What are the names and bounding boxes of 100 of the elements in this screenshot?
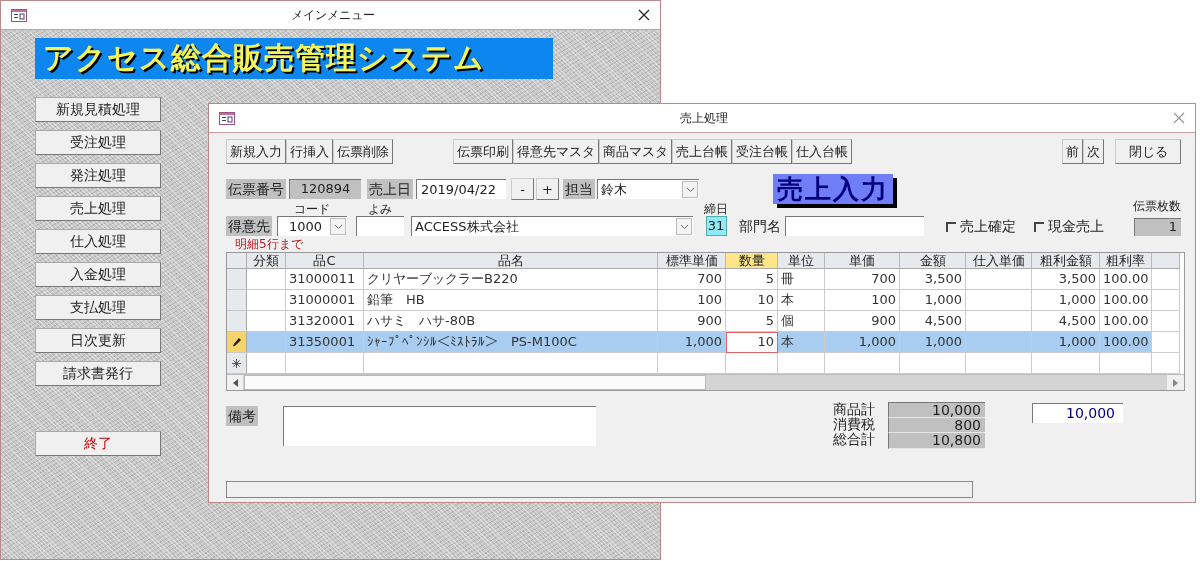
- table-cell: 900: [658, 311, 726, 332]
- table-cell: 冊: [778, 269, 825, 290]
- toolbar-button[interactable]: 得意先マスタ: [513, 139, 599, 164]
- table-cell: 3,500: [1032, 269, 1100, 290]
- table-cell: 本: [778, 290, 825, 311]
- menu-button[interactable]: 請求書発行: [35, 361, 161, 386]
- toolbar-button[interactable]: 商品マスタ: [599, 139, 672, 164]
- column-header[interactable]: 仕入単価: [966, 253, 1032, 269]
- menu-button[interactable]: 売上処理: [35, 196, 161, 221]
- customer-name-dropdown[interactable]: ACCESS株式会社: [411, 216, 693, 236]
- table-cell: 100: [825, 290, 900, 311]
- table-cell: 本: [778, 332, 825, 353]
- slip-count-value: 1: [1134, 218, 1181, 236]
- field-label: 担当: [563, 179, 595, 199]
- column-header[interactable]: 金額: [900, 253, 966, 269]
- table-cell: クリヤーブックラーB220: [364, 269, 658, 290]
- column-header[interactable]: 単位: [778, 253, 825, 269]
- department-field[interactable]: [785, 216, 924, 236]
- column-header[interactable]: 数量: [726, 253, 778, 269]
- total-label: 商品計: [833, 402, 875, 417]
- toolbar-button[interactable]: 行挿入: [286, 139, 333, 164]
- menu-button[interactable]: 日次更新: [35, 328, 161, 353]
- menu-button[interactable]: 支払処理: [35, 295, 161, 320]
- toolbar-button[interactable]: 受注台帳: [732, 139, 792, 164]
- table-cell: ハサミ ハサ-80B: [364, 311, 658, 332]
- column-header[interactable]: 品C: [286, 253, 364, 269]
- table-cell: [1152, 311, 1180, 332]
- slip-number-value: 120894: [289, 179, 361, 199]
- nav-button[interactable]: 次: [1083, 139, 1104, 164]
- menu-button[interactable]: 入金処理: [35, 262, 161, 287]
- table-cell: [247, 311, 286, 332]
- chevron-down-icon: [333, 223, 343, 230]
- row-selector[interactable]: [227, 332, 247, 353]
- date-step-button[interactable]: +: [536, 178, 559, 200]
- nav-button[interactable]: 前: [1062, 139, 1083, 164]
- table-cell: [247, 269, 286, 290]
- toolbar-button[interactable]: 仕入台帳: [792, 139, 852, 164]
- table-cell: [1152, 290, 1180, 311]
- staff-dropdown[interactable]: 鈴木: [597, 179, 699, 199]
- column-header[interactable]: 単価: [825, 253, 900, 269]
- table-cell: 4,500: [1032, 311, 1100, 332]
- column-header[interactable]: 粗利金額: [1032, 253, 1100, 269]
- table-cell: ｼｬｰﾌﾟﾍﾟﾝｼﾙ＜ﾐｽﾄﾗﾙ＞ PS-M100C: [364, 332, 658, 353]
- column-header[interactable]: 分類: [247, 253, 286, 269]
- table-cell: [966, 269, 1032, 290]
- customer-code-dropdown[interactable]: 1000: [277, 216, 347, 236]
- window-title: 売上処理: [679, 109, 729, 127]
- table-cell: 1,000: [1032, 332, 1100, 353]
- table-cell: 31000001: [286, 290, 364, 311]
- header-filler: [1152, 253, 1180, 269]
- field-label: 部門名: [739, 218, 781, 236]
- column-header[interactable]: 標準単価: [658, 253, 726, 269]
- column-header[interactable]: 品名: [364, 253, 658, 269]
- menu-button[interactable]: 受注処理: [35, 130, 161, 155]
- table-cell: 31000011: [286, 269, 364, 290]
- close-icon[interactable]: [638, 9, 650, 21]
- menu-button[interactable]: 発注処理: [35, 163, 161, 188]
- table-cell: [247, 332, 286, 353]
- chevron-down-icon: [685, 186, 695, 193]
- toolbar-button[interactable]: 新規入力: [226, 139, 286, 164]
- field-caption: コード: [294, 203, 330, 216]
- row-selector[interactable]: [227, 353, 247, 374]
- checkbox[interactable]: 売上確定: [946, 218, 1016, 236]
- scroll-left-icon[interactable]: [227, 375, 244, 390]
- toolbar-button[interactable]: 伝票削除: [333, 139, 393, 164]
- table-cell: 個: [778, 311, 825, 332]
- grid-corner: [227, 253, 247, 269]
- checkbox[interactable]: 現金売上: [1034, 218, 1104, 236]
- table-cell: 1,000: [658, 332, 726, 353]
- exit-button[interactable]: 終了: [35, 431, 161, 456]
- table-cell: 100.00: [1100, 290, 1152, 311]
- total-label: 消費税: [833, 417, 875, 432]
- date-step-button[interactable]: -: [511, 178, 534, 200]
- scroll-thumb[interactable]: [244, 375, 706, 390]
- table-cell: [1152, 332, 1180, 353]
- remarks-field[interactable]: [283, 406, 596, 446]
- total-value: 10,800: [888, 433, 985, 449]
- table-cell: 1,000: [900, 332, 966, 353]
- table-cell: 900: [825, 311, 900, 332]
- reading-field[interactable]: [356, 216, 404, 236]
- date-field[interactable]: 2019/04/22: [416, 179, 506, 199]
- table-cell: 5: [726, 269, 778, 290]
- table-cell: 鉛筆 HB: [364, 290, 658, 311]
- table-cell: 100: [658, 290, 726, 311]
- table-cell: 700: [825, 269, 900, 290]
- closing-day-value: 31: [705, 216, 727, 236]
- scroll-right-icon[interactable]: [1167, 375, 1184, 390]
- table-cell: 1,000: [825, 332, 900, 353]
- menu-button[interactable]: 新規見積処理: [35, 97, 161, 122]
- total-field[interactable]: 10,000: [1032, 403, 1123, 423]
- table-cell: 10: [726, 332, 778, 353]
- close-button[interactable]: 閉じる: [1115, 139, 1181, 164]
- field-caption: 締日: [704, 203, 728, 216]
- toolbar-button[interactable]: 売上台帳: [672, 139, 732, 164]
- column-header[interactable]: 粗利率: [1100, 253, 1152, 269]
- pencil-icon: [231, 336, 242, 348]
- toolbar-button[interactable]: 伝票印刷: [453, 139, 513, 164]
- table-cell: [966, 290, 1032, 311]
- menu-button[interactable]: 仕入処理: [35, 229, 161, 254]
- table-cell: 100.00: [1100, 311, 1152, 332]
